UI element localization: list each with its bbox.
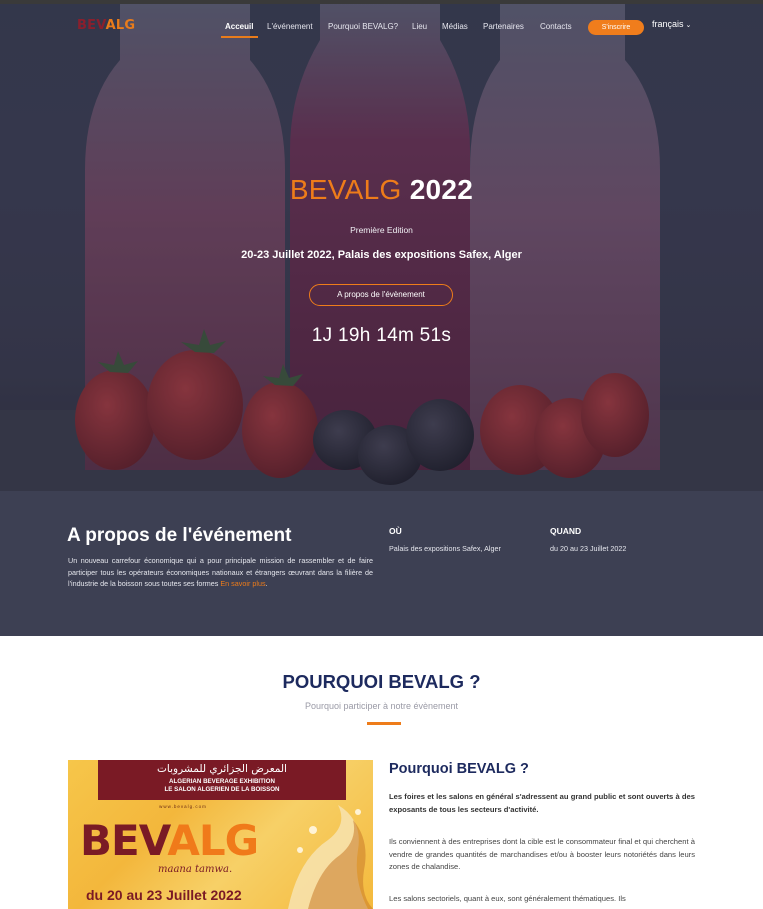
why-paragraph-2: Ils conviennent à des entreprises dont l… [389,837,695,872]
where-label: OÙ [389,526,402,536]
hero-title-year: 2022 [409,174,474,205]
logo[interactable]: BEVALG [77,18,135,33]
hero-edition: Première Edition [350,225,413,235]
hero-title-brand: BEVALG [289,174,402,205]
when-label: QUAND [550,526,582,536]
poster-logo-part-2: ALG [167,816,259,865]
chevron-down-icon: ⌄ [685,22,692,29]
about-title: A propos de l'événement [67,525,292,546]
logo-part-1: BEV [77,18,106,33]
hero-date-place: 20-23 Juillet 2022, Palais des expositio… [241,249,522,261]
language-label: français [652,19,684,29]
about-description: Un nouveau carrefour économique qui a po… [68,556,373,589]
why-heading: Pourquoi BEVALG ? [389,761,529,777]
signup-button[interactable]: S'inscrire [588,20,644,35]
why-section-title: POURQUOI BEVALG ? [282,671,481,692]
poster-arabic-title: المعرض الجزائري للمشروبات [157,763,287,775]
nav-item-contacts[interactable]: Contacts [540,22,572,31]
nav-item-evenement[interactable]: L'événement [267,22,313,31]
event-poster-image: المعرض الجزائري للمشروبات ALGERIAN BEVER… [68,760,373,909]
poster-url: www.bevalg.com [159,804,207,809]
nav-item-acceuil[interactable]: Acceuil [225,22,253,31]
where-value: Palais des expositions Safex, Alger [389,544,501,553]
hero-overlay [0,0,763,491]
nav-item-lieu[interactable]: Lieu [412,22,427,31]
poster-tagline: maana tamwa. [158,864,233,875]
nav-item-medias[interactable]: Médias [442,22,468,31]
why-section-subtitle: Pourquoi participer à notre évènement [304,701,459,711]
page: { "nav": { "logo_a": "BEV", "logo_b": "A… [0,0,763,909]
read-more-link[interactable]: En savoir plus [220,579,265,588]
poster-english-line-2: LE SALON ALGERIEN DE LA BOISSON [164,786,280,793]
when-value: du 20 au 23 Juillet 2022 [550,544,627,553]
hero-section [0,0,763,491]
nav-item-pourquoi[interactable]: Pourquoi BEVALG? [328,22,398,31]
navbar: BEVALG Acceuil L'événement Pourquoi BEVA… [0,0,763,56]
poster-logo: BEVALG [80,816,259,865]
poster-logo-part-1: BEV [80,816,168,865]
why-paragraph-1: Les foires et les salons en général s'ad… [389,792,695,814]
about-event-button[interactable]: A propos de l'évènement [309,284,453,306]
nav-item-partenaires[interactable]: Partenaires [483,22,524,31]
logo-part-2: ALG [105,18,136,33]
poster-splash-graphic [288,805,373,909]
poster-english-line-1: ALGERIAN BEVERAGE EXHIBITION [169,778,275,785]
countdown-timer: 1J 19h 14m 51s [311,325,452,346]
section-divider [367,722,401,725]
hero-title: BEVALG 2022 [0,174,763,206]
language-selector[interactable]: français ⌄ [652,19,691,29]
why-paragraph-3: Les salons sectoriels, quant à eux, sont… [389,894,626,903]
poster-english-title: ALGERIAN BEVERAGE EXHIBITION LE SALON AL… [98,778,346,794]
poster-date: du 20 au 23 Juillet 2022 [86,887,242,903]
active-nav-underline [221,36,258,38]
